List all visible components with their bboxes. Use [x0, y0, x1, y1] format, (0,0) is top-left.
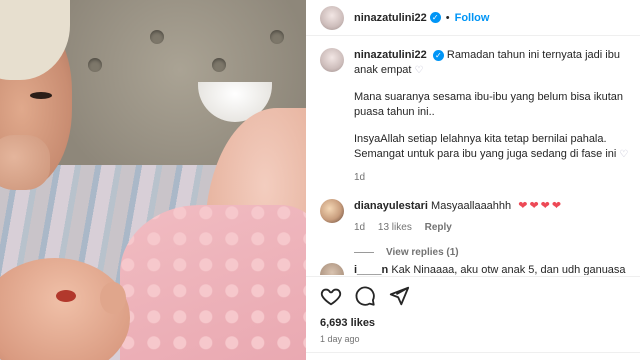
- post-photo[interactable]: [0, 0, 306, 360]
- comment-likes[interactable]: 13 likes: [378, 222, 412, 233]
- mother-eye: [30, 92, 52, 99]
- separator-dot: •: [445, 11, 450, 24]
- comment-input-bar[interactable]: [306, 352, 640, 360]
- painted-fingernail: [56, 290, 76, 302]
- commenter-username[interactable]: i____n: [354, 264, 388, 275]
- caption-paragraph-2: Mana suaranya sesama ibu-ibu yang belum …: [354, 91, 624, 118]
- likes-count[interactable]: 6,693 likes: [320, 317, 626, 329]
- mother-hand: [0, 135, 50, 190]
- headboard-button: [88, 58, 102, 72]
- caption-author-avatar[interactable]: [320, 48, 344, 72]
- comments-section: ninazatulini22 ✓ Ramadan tahun ini terny…: [320, 48, 634, 258]
- comment-text: Kak Ninaaaa, aku otw anak 5, dan udh gan…: [391, 264, 626, 275]
- commenter-username[interactable]: dianayulestari: [354, 200, 428, 212]
- follow-button[interactable]: Follow: [455, 12, 490, 24]
- action-icons: [320, 285, 626, 307]
- caption: ninazatulini22 ✓ Ramadan tahun ini terny…: [320, 48, 634, 185]
- commenter-avatar[interactable]: [320, 263, 344, 275]
- replies-divider: [354, 252, 374, 253]
- caption-time: 1d: [354, 172, 366, 183]
- post-header: ninazatulini22 ✓ • Follow: [306, 0, 640, 36]
- comment-body: i____n Kak Ninaaaa, aku otw anak 5, dan …: [354, 263, 626, 275]
- caption-username[interactable]: ninazatulini22: [354, 49, 427, 61]
- posted-ago: 1 day ago: [320, 334, 360, 344]
- caption-paragraph-3-wrap: InsyaAllah setiap lelahnya kita tetap be…: [354, 132, 634, 162]
- verified-badge-icon: ✓: [432, 49, 444, 61]
- baby-onesie: [120, 205, 306, 360]
- comment-body: dianayulestari Masyaallaaahhh ❤❤❤❤ 1d 13…: [354, 199, 563, 235]
- headboard-button: [270, 30, 284, 44]
- view-replies-button[interactable]: View replies (1): [354, 247, 634, 258]
- headboard-button: [212, 58, 226, 72]
- share-icon[interactable]: [388, 285, 410, 307]
- commenter-avatar[interactable]: [320, 199, 344, 223]
- comment-text: Masyaallaaahhh: [431, 200, 512, 212]
- author-avatar[interactable]: [320, 5, 344, 30]
- heart-icon[interactable]: [320, 285, 342, 307]
- caption-paragraph-3: InsyaAllah setiap lelahnya kita tetap be…: [354, 133, 617, 160]
- red-hearts-emoji: ❤❤❤❤: [518, 200, 564, 212]
- comment-item-partial: i____n Kak Ninaaaa, aku otw anak 5, dan …: [320, 263, 634, 275]
- reply-button[interactable]: Reply: [425, 222, 452, 233]
- view-replies-label: View replies (1): [386, 247, 459, 258]
- post-details-panel: ninazatulini22 ✓ • Follow ninazatulini22…: [306, 0, 640, 360]
- instagram-post-modal: ninazatulini22 ✓ • Follow ninazatulini22…: [0, 0, 640, 360]
- white-heart-icon: ♡: [414, 65, 424, 76]
- post-actions: 6,693 likes 1 day ago: [306, 276, 640, 344]
- baby-ear: [100, 282, 126, 314]
- verified-badge-icon: ✓: [429, 12, 441, 23]
- comment-icon[interactable]: [354, 285, 376, 307]
- comment-meta: 1d 13 likes Reply: [354, 220, 563, 235]
- comment-item: dianayulestari Masyaallaaahhh ❤❤❤❤ 1d 13…: [320, 199, 634, 235]
- white-heart-icon: ♡: [619, 149, 629, 160]
- author-username[interactable]: ninazatulini22: [354, 12, 427, 24]
- caption-text-block: ninazatulini22 ✓ Ramadan tahun ini terny…: [354, 48, 634, 185]
- headboard-button: [150, 30, 164, 44]
- comment-time: 1d: [354, 222, 366, 233]
